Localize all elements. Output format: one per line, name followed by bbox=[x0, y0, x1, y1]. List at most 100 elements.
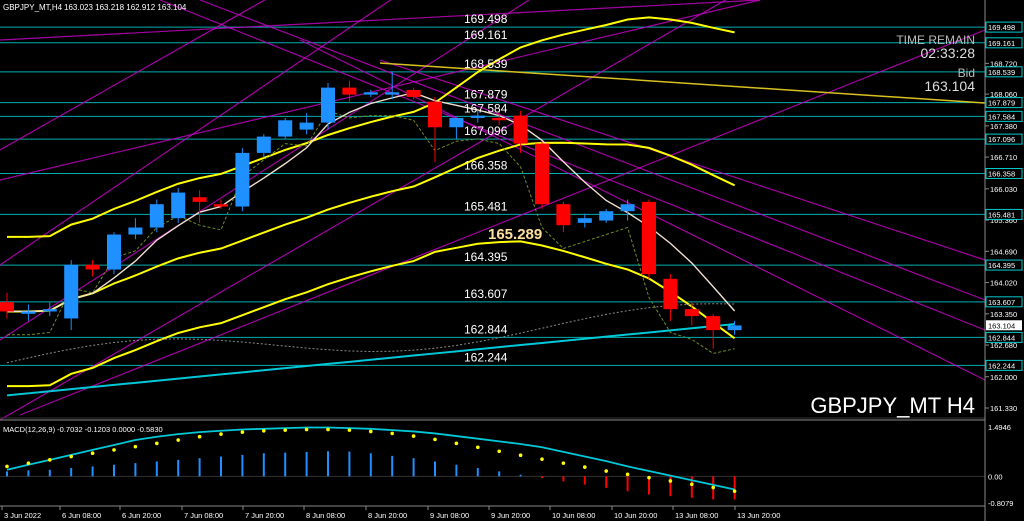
time-tick-label: 7 Jun 08:00 bbox=[184, 511, 223, 520]
macd-signal-dot bbox=[711, 485, 715, 490]
macd-signal-dot bbox=[497, 449, 502, 454]
symbol-header: GBPJPY_MT,H4 bbox=[3, 3, 63, 12]
candle-body bbox=[363, 92, 378, 95]
level-badge-label: 168.539 bbox=[988, 68, 1015, 77]
candle-body bbox=[706, 316, 721, 331]
candle-body bbox=[149, 204, 164, 228]
candle-body bbox=[235, 152, 250, 207]
macd-signal-dot bbox=[690, 482, 694, 487]
level-badge-label: 166.358 bbox=[988, 170, 1015, 179]
macd-label: MACD(12,26,9) -0.7032 -0.1203 0.0000 -0.… bbox=[3, 425, 163, 434]
macd-signal-dot bbox=[219, 432, 223, 436]
candle-body bbox=[192, 197, 207, 202]
macd-signal-dot bbox=[625, 472, 630, 477]
candle-body bbox=[85, 264, 100, 270]
time-tick-label: 8 Jun 08:00 bbox=[306, 511, 345, 520]
candle-body bbox=[642, 201, 656, 275]
candle-body bbox=[299, 122, 314, 130]
current-price-label: 163.104 bbox=[988, 321, 1015, 330]
level-label: 163.607 bbox=[464, 287, 508, 301]
macd-signal-dot bbox=[283, 428, 288, 432]
time-tick-label: 9 Jun 08:00 bbox=[430, 511, 469, 520]
candle-body bbox=[428, 101, 442, 128]
macd-signal-dot bbox=[240, 430, 245, 434]
macd-signal-dot bbox=[518, 453, 523, 458]
time-tick-label: 10 Jun 20:00 bbox=[614, 511, 657, 520]
level-label: 165.481 bbox=[464, 199, 508, 213]
macd-signal-dot bbox=[476, 445, 480, 450]
time-tick-label: 3 Jun 2022 bbox=[4, 511, 41, 520]
macd-signal-dot bbox=[647, 475, 651, 480]
level-badge-label: 163.607 bbox=[988, 298, 1015, 307]
candle-body bbox=[256, 136, 271, 153]
macd-signal-dot bbox=[133, 444, 138, 449]
macd-signal-dot bbox=[176, 438, 180, 442]
time-tick-label: 9 Jun 20:00 bbox=[491, 511, 530, 520]
candle-body bbox=[278, 120, 293, 137]
macd-signal-dot bbox=[304, 427, 309, 432]
time-tick-label: 8 Jun 20:00 bbox=[368, 511, 407, 520]
price-tick-label: 163.350 bbox=[990, 310, 1017, 319]
level-badge-label: 165.481 bbox=[988, 210, 1015, 219]
candle-body bbox=[470, 115, 485, 118]
price-tick-label: 166.710 bbox=[990, 153, 1017, 162]
level-label: 167.096 bbox=[464, 124, 508, 138]
macd-signal-dot bbox=[668, 479, 673, 483]
level-label: 167.879 bbox=[464, 88, 508, 102]
macd-signal-dot bbox=[540, 457, 544, 461]
candle-body bbox=[684, 309, 699, 317]
macd-signal-dot bbox=[433, 437, 437, 442]
candle-body bbox=[0, 302, 14, 312]
level-badge-label: 167.584 bbox=[988, 112, 1015, 121]
macd-signal-dot bbox=[112, 448, 116, 452]
level-badge-label: 162.844 bbox=[988, 333, 1015, 342]
macd-signal-dot bbox=[561, 461, 566, 465]
macd-signal-dot bbox=[583, 465, 587, 469]
candle-body bbox=[556, 204, 571, 226]
macd-signal-dot bbox=[48, 458, 52, 462]
level-label: 169.161 bbox=[464, 28, 508, 42]
level-badge-label: 167.879 bbox=[988, 99, 1015, 108]
candle-body bbox=[42, 309, 57, 312]
macd-signal-dot bbox=[69, 454, 73, 459]
price-tick-label: 167.380 bbox=[990, 122, 1017, 131]
price-tick-label: 161.330 bbox=[990, 404, 1017, 413]
macd-signal-dot bbox=[197, 434, 202, 439]
macd-signal-dot bbox=[454, 441, 459, 446]
ohlc-readout: 163.023 163.218 162.912 163.104 bbox=[64, 3, 187, 12]
level-label: 166.358 bbox=[464, 159, 508, 173]
candle-body bbox=[342, 87, 357, 95]
candle-body bbox=[577, 218, 592, 223]
macd-signal-dot bbox=[155, 441, 159, 446]
candle-body bbox=[107, 234, 121, 270]
macd-signal-dot bbox=[326, 427, 330, 432]
macd-signal-dot bbox=[5, 464, 9, 469]
macd-signal-dot bbox=[369, 429, 373, 434]
highlight-level-label: 165.289 bbox=[488, 226, 542, 243]
macd-scale-label: 0.00 bbox=[988, 472, 1003, 481]
macd-signal-dot bbox=[262, 428, 266, 433]
level-badge-label: 169.161 bbox=[988, 39, 1015, 48]
level-badge-label: 164.395 bbox=[988, 261, 1015, 270]
level-label: 168.539 bbox=[464, 57, 508, 71]
candle-body bbox=[21, 311, 36, 314]
price-tick-label: 162.000 bbox=[990, 373, 1017, 382]
time-tick-label: 6 Jun 08:00 bbox=[62, 511, 101, 520]
time-tick-label: 13 Jun 20:00 bbox=[737, 511, 780, 520]
candle-body bbox=[449, 117, 464, 128]
candle-body bbox=[385, 92, 400, 95]
candle-body bbox=[663, 278, 678, 310]
macd-scale-label: 1.4946 bbox=[988, 423, 1011, 432]
candle-body bbox=[214, 204, 228, 207]
candle-body bbox=[321, 87, 335, 123]
candle-body bbox=[599, 211, 614, 221]
price-chart[interactable]: 169.498169.161168.539167.879167.584167.0… bbox=[0, 0, 1024, 521]
time-tick-label: 7 Jun 20:00 bbox=[245, 511, 284, 520]
candle-body bbox=[492, 117, 507, 121]
macd-signal-dot bbox=[347, 428, 352, 432]
chart-watermark: GBPJPY_MT H4 bbox=[810, 393, 975, 418]
candle-body bbox=[64, 264, 79, 319]
price-tick-label: 164.690 bbox=[990, 247, 1017, 256]
macd-signal-dot bbox=[732, 489, 737, 493]
candle-body bbox=[513, 115, 528, 144]
